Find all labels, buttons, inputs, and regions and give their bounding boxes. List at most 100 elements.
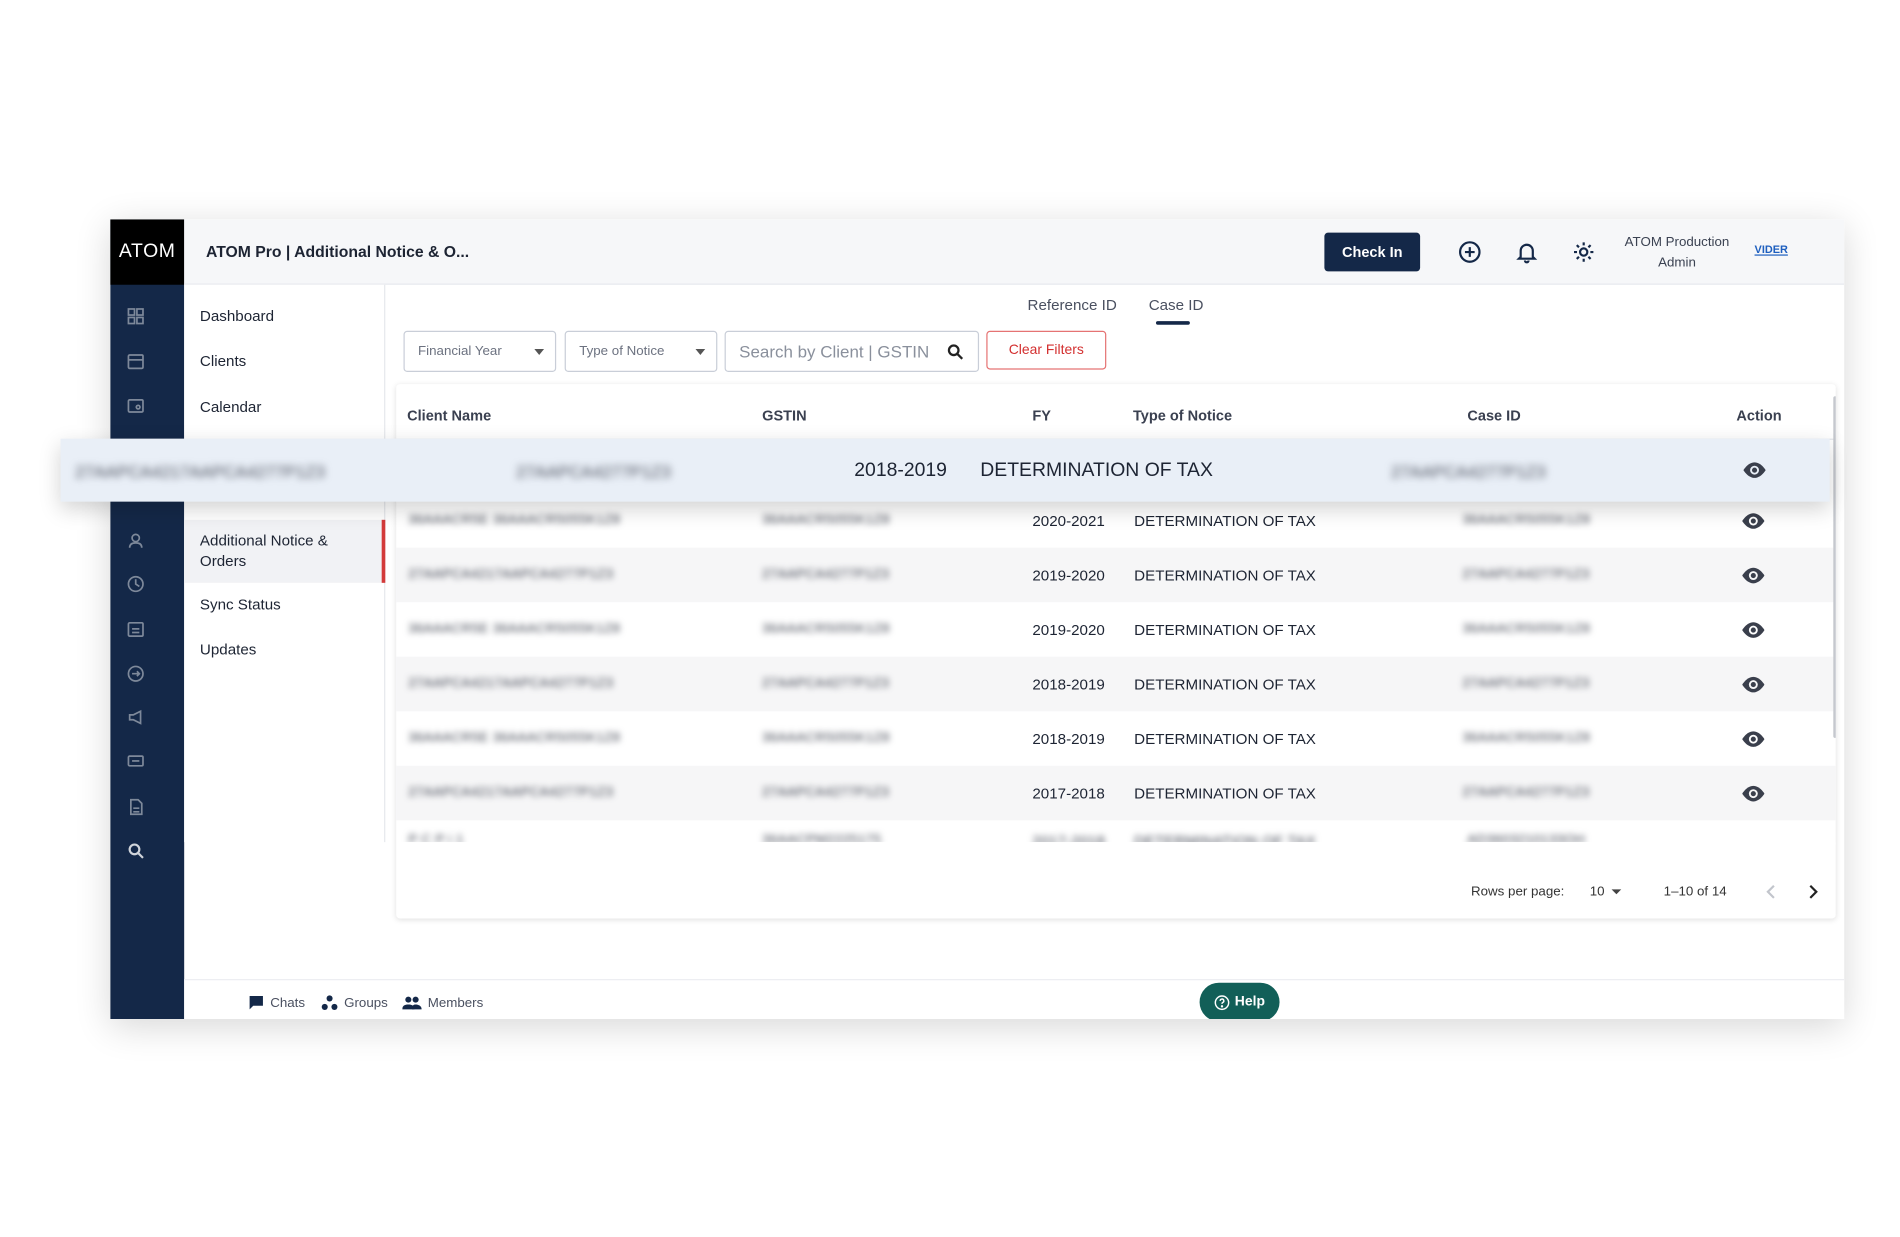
eye-icon[interactable] (1740, 508, 1767, 535)
col-fy[interactable]: FY (1032, 407, 1051, 424)
help-button[interactable]: Help (1199, 982, 1280, 1020)
fy-cell: 2018-2019 (854, 460, 947, 482)
gstin-cell: 27AAPCA4277P1Z3 (762, 676, 890, 691)
members-label: Members (427, 995, 484, 1010)
col-gstin[interactable]: GSTIN (762, 407, 806, 424)
nav-calendar[interactable]: Calendar (184, 399, 385, 416)
col-type-of-notice[interactable]: Type of Notice (1133, 407, 1232, 424)
rows-per-page-label: Rows per page: (1471, 884, 1565, 900)
eye-icon[interactable] (1740, 562, 1767, 589)
search-input[interactable] (739, 341, 940, 362)
eye-icon[interactable] (1740, 617, 1767, 644)
groups-link[interactable]: Groups (321, 995, 388, 1011)
eye-icon[interactable] (1740, 780, 1767, 807)
clock-icon[interactable] (126, 574, 145, 593)
table-row[interactable]: 27AAPCA4217AAPCA4277P1Z3 27AAPCA4277P1Z3 2… (396, 765, 1836, 821)
gstin-cell: 36AAACR5055K1Z8 (762, 621, 890, 637)
rows-per-page-value: 10 (1589, 884, 1605, 900)
financial-year-select[interactable]: Financial Year (403, 330, 557, 372)
chevron-down-icon (695, 348, 706, 356)
client-name-cell: P C P i 1 (408, 832, 464, 843)
dashboard-icon[interactable] (126, 307, 145, 326)
fy-cell: 2017-2018 (1032, 832, 1106, 843)
calendar-icon[interactable] (126, 351, 145, 370)
fy-cell: 2019-2020 (1032, 621, 1105, 639)
chevron-down-icon (1611, 889, 1622, 895)
chats-link[interactable]: Chats (248, 995, 305, 1011)
search-icon[interactable] (126, 841, 145, 860)
case-id-cell: 27AAPCA4277P1Z3 (1462, 785, 1590, 800)
highlighted-table-row[interactable]: 27AAPCA4217AAPCA4277P1Z3 27AAPCA4277P1Z3… (60, 438, 1830, 502)
user-info[interactable]: ATOM Production Admin (1621, 233, 1732, 274)
nav-additional-notice-orders[interactable]: Additional Notice & Orders (184, 519, 386, 583)
next-page-icon[interactable] (1802, 881, 1824, 903)
notice-cell: DETERMINATION OF TAX (980, 460, 1213, 482)
document-icon[interactable] (126, 797, 145, 816)
tab-case-id[interactable]: Case ID (1149, 297, 1204, 314)
table-scroll-clip (396, 842, 1836, 845)
gstin-cell: 27AAPCA4277P1Z3 (516, 461, 671, 482)
nav-updates[interactable]: Updates (184, 641, 385, 658)
fy-cell: 2019-2020 (1032, 567, 1105, 585)
table-row[interactable]: 27AAPCA4217AAPCA4277P1Z3 27AAPCA4277P1Z3 2… (396, 547, 1836, 603)
gstin-cell: 36AACPM2225175 (762, 832, 882, 843)
case-id-cell: 27AAPCA4277P1Z3 (1462, 676, 1590, 691)
search-icon[interactable] (946, 343, 964, 361)
table-scrollbar[interactable] (1833, 396, 1836, 738)
nav-dashboard[interactable]: Dashboard (184, 308, 385, 325)
sync-icon[interactable] (126, 664, 145, 683)
client-name-cell: 27AAPCA4217AAPCA4277P1Z3 (408, 676, 614, 691)
vider-logo: VIDER (1754, 243, 1788, 256)
megaphone-icon[interactable] (126, 708, 145, 727)
card-icon[interactable] (126, 396, 145, 415)
col-client-name[interactable]: Client Name (407, 407, 491, 424)
groups-label: Groups (344, 995, 388, 1010)
nav-sync-status[interactable]: Sync Status (184, 596, 385, 613)
fy-cell: 2020-2021 (1032, 512, 1105, 530)
fy-cell: 2018-2019 (1032, 730, 1105, 748)
table-row[interactable]: 36AAACR5E 36AAACR5055K1Z8 36AAACR5055K1Z8… (396, 711, 1835, 766)
type-of-notice-label: Type of Notice (579, 344, 665, 359)
schedule-icon[interactable] (126, 619, 145, 638)
message-icon[interactable] (126, 752, 145, 771)
bell-icon[interactable] (1513, 239, 1540, 266)
notice-cell: DETERMINATION OF TAX (1134, 512, 1316, 530)
members-icon (402, 996, 422, 1010)
client-name-cell: 36AAACR5E 36AAACR5055K1Z8 (408, 512, 621, 528)
client-name-cell: 27AAPCA4217AAPCA4277P1Z3 (408, 567, 614, 582)
gear-icon[interactable] (1570, 239, 1597, 266)
notice-cell: DETERMINATION OF TAX (1134, 676, 1316, 694)
client-name-cell: 27AAPCA4217AAPCA4277P1Z3 (75, 461, 326, 482)
tab-reference-id[interactable]: Reference ID (1028, 297, 1117, 314)
notice-cell: DETERMINATION OF TAX (1134, 730, 1316, 748)
notice-cell: DETERMINATION OF TAX (1134, 785, 1316, 803)
notice-cell: DETERMINATION OF TAX (1134, 567, 1316, 585)
members-link[interactable]: Members (402, 995, 483, 1011)
prev-page-icon[interactable] (1761, 881, 1783, 903)
top-header: ATOM Pro | Additional Notice & O... Chec… (184, 219, 1845, 285)
atom-logo[interactable]: ATOM (110, 219, 185, 285)
eye-icon[interactable] (1740, 726, 1767, 753)
eye-icon[interactable] (1740, 671, 1767, 698)
client-name-cell: 36AAACR5E 36AAACR5055K1Z8 (408, 730, 621, 746)
table-row-partial[interactable]: P C P i 1 36AACPM2225175 2017-2018 DETER… (396, 818, 1835, 842)
eye-icon[interactable] (1739, 457, 1771, 484)
gstin-cell: 36AAACR5055K1Z8 (762, 730, 890, 746)
rows-per-page-select[interactable]: 10 (1589, 884, 1622, 900)
financial-year-label: Financial Year (418, 344, 502, 359)
clear-filters-button[interactable]: Clear Filters (986, 330, 1107, 370)
col-case-id[interactable]: Case ID (1467, 407, 1520, 424)
check-in-button[interactable]: Check In (1324, 232, 1421, 272)
add-circle-icon[interactable] (1456, 239, 1483, 266)
user-icon[interactable] (126, 531, 145, 550)
chats-label: Chats (270, 995, 306, 1010)
chat-icon (249, 996, 263, 1010)
fy-cell: 2018-2019 (1032, 676, 1105, 694)
search-field[interactable] (724, 330, 980, 372)
table-row[interactable]: 27AAPCA4217AAPCA4277P1Z3 27AAPCA4277P1Z3 2… (396, 656, 1836, 712)
type-of-notice-select[interactable]: Type of Notice (564, 330, 718, 372)
icon-rail: ATOM (110, 219, 185, 1020)
nav-clients[interactable]: Clients (184, 353, 385, 370)
table-row[interactable]: 36AAACR5E 36AAACR5055K1Z8 36AAACR5055K1Z8… (396, 602, 1835, 657)
pagination-range: 1–10 of 14 (1663, 884, 1727, 900)
